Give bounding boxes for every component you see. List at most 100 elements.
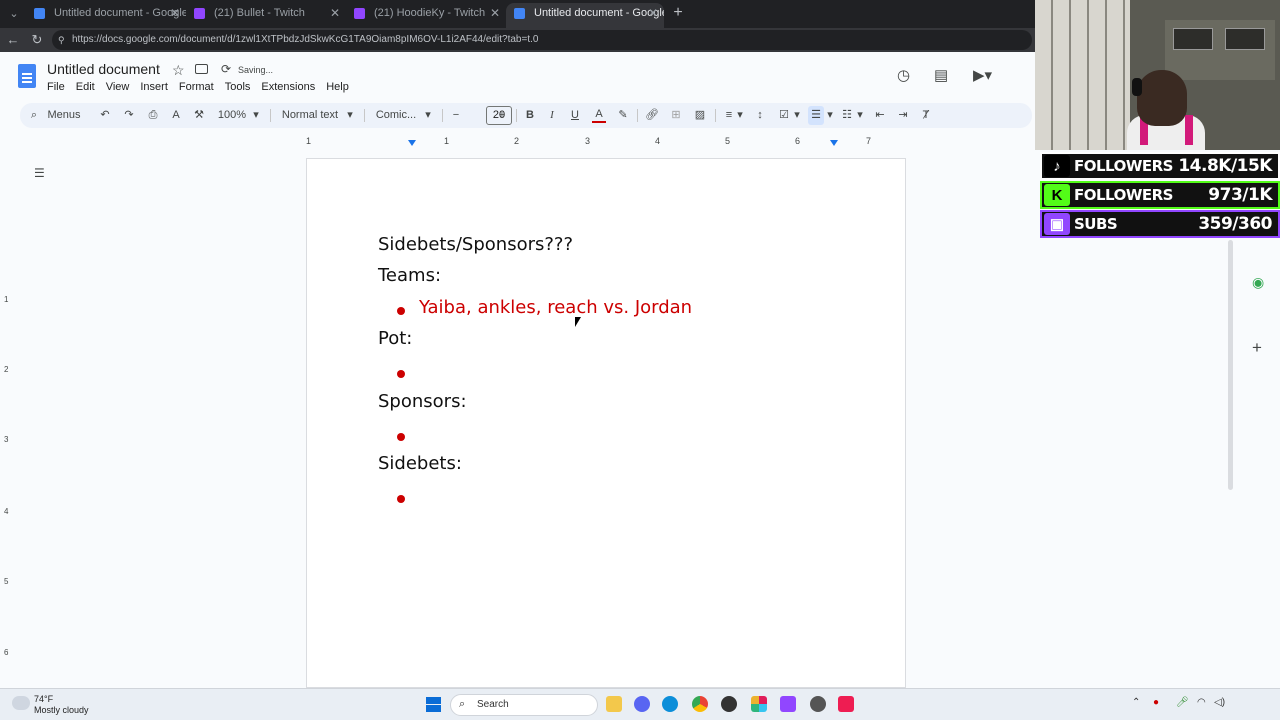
increase-indent-icon[interactable]: ⇥ (896, 103, 910, 128)
tab-search-icon[interactable]: ⌄ (4, 4, 24, 24)
file-explorer-icon[interactable] (606, 696, 622, 712)
decrease-font-size-icon[interactable]: − (450, 103, 462, 128)
font-select[interactable]: Comic... (374, 103, 418, 128)
weather-icon[interactable] (12, 696, 30, 710)
chevron-down-icon[interactable]: ▾ (793, 103, 801, 128)
stat-label: FOLLOWERS (1074, 186, 1173, 204)
close-icon[interactable]: ✕ (648, 3, 658, 24)
sidebets-label[interactable]: Sidebets: (378, 453, 462, 474)
checklist-icon[interactable]: ☑ (777, 103, 791, 128)
text-color-icon[interactable]: A (592, 103, 606, 123)
docs-logo-icon[interactable] (18, 64, 36, 88)
pot-label[interactable]: Pot: (378, 328, 412, 349)
twitch-subs-bar: ▣ SUBS 359/360 (1040, 210, 1280, 238)
menu-edit[interactable]: Edit (76, 81, 95, 93)
close-icon[interactable]: ✕ (330, 3, 340, 24)
undo-icon[interactable]: ↶ (98, 103, 112, 128)
taskbar-search[interactable]: ⌕ Search (450, 694, 598, 716)
zoom-select[interactable]: 100% (216, 103, 248, 128)
teams-bullet-text[interactable]: Yaiba, ankles, reach vs. Jordan (419, 297, 692, 318)
document-heading[interactable]: Sidebets/Sponsors??? (378, 234, 573, 255)
underline-icon[interactable]: U (569, 103, 581, 128)
chevron-up-icon[interactable]: ⌃ (1132, 697, 1140, 708)
browser-tab[interactable]: (21) HoodieKy - Twitch ✕ (346, 3, 506, 28)
comments-icon[interactable]: ▤ (934, 66, 948, 84)
volume-icon[interactable]: ◁) (1214, 697, 1225, 708)
menu-view[interactable]: View (106, 81, 130, 93)
chevron-down-icon[interactable]: ▾ (826, 103, 834, 128)
back-icon[interactable]: ← (4, 31, 22, 49)
spellcheck-icon[interactable]: A (169, 103, 183, 128)
scrollbar[interactable] (1228, 240, 1233, 490)
sponsors-label[interactable]: Sponsors: (378, 391, 467, 412)
site-info-icon[interactable]: ⚲ (58, 30, 65, 50)
left-indent-marker[interactable] (408, 140, 416, 146)
line-spacing-icon[interactable]: ↕ (753, 103, 767, 128)
teams-label[interactable]: Teams: (378, 265, 441, 286)
menu-file[interactable]: File (47, 81, 65, 93)
insert-image-icon[interactable]: ▨ (693, 103, 707, 128)
chevron-down-icon[interactable]: ▾ (736, 103, 744, 128)
discord-icon[interactable] (634, 696, 650, 712)
menu-help[interactable]: Help (326, 81, 349, 93)
close-icon[interactable]: ✕ (490, 3, 500, 24)
maps-icon[interactable]: ◉ (1252, 274, 1264, 291)
add-comment-icon[interactable]: ⊞ (669, 103, 683, 128)
media-player-icon[interactable] (721, 696, 737, 712)
numbered-list-icon[interactable]: ☷ (840, 103, 854, 128)
move-folder-icon[interactable] (195, 64, 208, 74)
paint-format-icon[interactable]: ⚒ (192, 103, 206, 128)
redo-icon[interactable]: ↷ (122, 103, 136, 128)
decrease-indent-icon[interactable]: ⇤ (873, 103, 887, 128)
wifi-icon[interactable]: ◠ (1197, 697, 1206, 708)
clear-formatting-icon[interactable]: Ⱦ (919, 103, 933, 128)
menu-insert[interactable]: Insert (140, 81, 168, 93)
windows-start-icon[interactable] (426, 697, 441, 712)
highlight-icon[interactable]: ✎ (617, 103, 629, 128)
chevron-down-icon[interactable]: ▾ (252, 103, 260, 128)
add-icon[interactable]: + (1252, 338, 1262, 358)
italic-icon[interactable]: I (546, 103, 558, 128)
twitch-studio-icon[interactable] (780, 696, 796, 712)
chevron-down-icon[interactable]: ▾ (346, 103, 354, 128)
document-page[interactable]: Sidebets/Sponsors??? Teams: Yaiba, ankle… (306, 158, 906, 688)
print-icon[interactable]: ⎙ (146, 103, 160, 128)
tray-app-icon[interactable]: ● (1153, 697, 1159, 708)
align-icon[interactable]: ≡ (722, 103, 736, 128)
bullet-icon (397, 433, 405, 441)
browser-tab[interactable]: (21) Bullet - Twitch ✕ (186, 3, 346, 28)
document-outline-icon[interactable]: ☰ (34, 166, 45, 180)
edge-icon[interactable] (662, 696, 678, 712)
obs-icon[interactable] (810, 696, 826, 712)
menu-extensions[interactable]: Extensions (261, 81, 315, 93)
new-tab-button[interactable]: + (668, 4, 688, 24)
bulleted-list-icon[interactable]: ☰ (808, 106, 824, 125)
chevron-down-icon[interactable]: ▾ (424, 103, 432, 128)
star-icon[interactable]: ☆ (172, 62, 185, 79)
search-icon[interactable]: ⌕ (28, 103, 40, 128)
weather-temp[interactable]: 74°F (34, 694, 53, 704)
url-input[interactable]: ⚲ https://docs.google.com/document/d/1zw… (52, 30, 1032, 50)
bold-icon[interactable]: B (524, 103, 536, 128)
increase-font-size-icon[interactable]: + (496, 103, 508, 128)
document-title[interactable]: Untitled document (47, 61, 160, 77)
microphone-icon[interactable]: 🎤︎ (1176, 697, 1189, 708)
right-indent-marker[interactable] (830, 140, 838, 146)
close-icon[interactable]: ✕ (170, 3, 180, 24)
reload-icon[interactable]: ↻ (28, 31, 46, 49)
weather-description[interactable]: Mostly cloudy (34, 705, 89, 715)
browser-tab[interactable]: Untitled document - Google Docs ✕ (26, 3, 186, 28)
version-history-icon[interactable]: ◷ (897, 66, 910, 84)
browser-tab-active[interactable]: Untitled document - Google Docs ✕ (506, 3, 664, 28)
chrome-icon[interactable] (692, 696, 708, 712)
tiktok-live-icon[interactable] (838, 696, 854, 712)
slack-icon[interactable] (751, 696, 767, 712)
menu-format[interactable]: Format (179, 81, 214, 93)
menus-search[interactable]: Menus (46, 103, 82, 128)
ruler-number: 4 (4, 507, 9, 516)
style-select[interactable]: Normal text (280, 103, 340, 128)
link-icon[interactable]: 🔗︎ (645, 103, 659, 128)
menu-tools[interactable]: Tools (225, 81, 251, 93)
meet-icon[interactable]: ▶▾ (973, 66, 992, 84)
chevron-down-icon[interactable]: ▾ (856, 103, 864, 128)
